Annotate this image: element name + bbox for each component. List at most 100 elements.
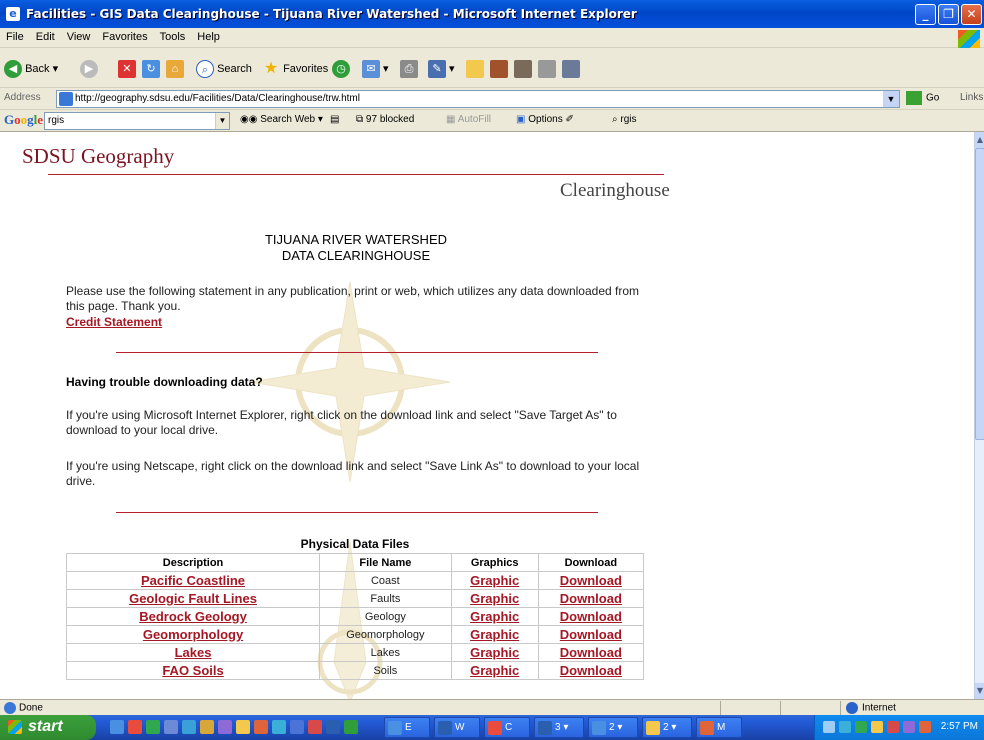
description-link[interactable]: Geologic Fault Lines [129,591,257,606]
taskbar: start E W C 3 ▾ 2 ▾ 2 ▾ M 2:57 PM [0,715,984,740]
quicklaunch-icon[interactable] [146,720,160,734]
graphic-link[interactable]: Graphic [470,591,519,606]
favorites-button[interactable]: ★ Favorites [262,58,328,80]
print-button[interactable]: ⎙ [400,58,418,80]
description-link[interactable]: Pacific Coastline [141,573,245,588]
scroll-up-icon[interactable]: ▲ [975,132,984,148]
scrollbar-thumb[interactable] [975,148,984,440]
google-logo[interactable]: Google [4,112,43,128]
taskbar-task[interactable]: 2 ▾ [588,717,638,738]
tray-icon[interactable] [855,721,867,733]
messenger-button[interactable] [490,58,508,80]
rgis-button[interactable]: ⌕ rgis [612,114,637,125]
quicklaunch-icon[interactable] [236,720,250,734]
back-button[interactable]: ◀ Back ▾ [4,58,58,80]
minimize-button[interactable]: _ [915,4,936,25]
download-link[interactable]: Download [560,591,622,606]
scroll-down-icon[interactable]: ▼ [975,683,984,699]
download-link[interactable]: Download [560,573,622,588]
research-icon [514,60,532,79]
links-button[interactable]: Links [960,92,983,103]
graphic-link[interactable]: Graphic [470,663,519,678]
stop-button[interactable]: ✕ [118,58,136,80]
vertical-scrollbar[interactable]: ▲ ▼ [974,132,984,699]
taskbar-task[interactable]: E [384,717,430,738]
graphic-link[interactable]: Graphic [470,645,519,660]
google-search-input[interactable]: rgis ▼ [44,112,230,130]
history-button[interactable]: ◷ [332,58,350,80]
maximize-button[interactable]: ❐ [938,4,959,25]
address-dropdown-icon[interactable]: ▼ [883,91,899,107]
autofill-button[interactable]: ▦ AutoFill [446,114,491,125]
quicklaunch-icon[interactable] [254,720,268,734]
clock[interactable]: 2:57 PM [941,721,978,732]
taskbar-task[interactable]: 3 ▾ [534,717,584,738]
task-icon [488,721,502,735]
quicklaunch-icon[interactable] [182,720,196,734]
taskbar-task[interactable]: 2 ▾ [642,717,692,738]
search-button[interactable]: ⌕ Search [196,58,252,80]
start-button[interactable]: start [0,715,96,740]
quicklaunch-ie-icon[interactable] [110,720,124,734]
quicklaunch-icon[interactable] [218,720,232,734]
taskbar-task[interactable]: C [484,717,530,738]
options-button[interactable]: ▣ Options ✐ [516,114,574,125]
home-button[interactable]: ⌂ [166,58,184,80]
quicklaunch-icon[interactable] [128,720,142,734]
download-link[interactable]: Download [560,663,622,678]
close-button[interactable]: ✕ [961,4,982,25]
description-link[interactable]: FAO Soils [162,663,223,678]
mail-button[interactable]: ✉ ▾ [362,58,389,80]
menu-tools[interactable]: Tools [154,28,192,43]
graphic-link[interactable]: Graphic [470,609,519,624]
title-bar[interactable]: e Facilities - GIS Data Clearinghouse - … [0,0,984,28]
quicklaunch-icon[interactable] [308,720,322,734]
forward-button[interactable]: ▶ [80,58,98,80]
quicklaunch-icon[interactable] [164,720,178,734]
edit-button[interactable]: ✎ ▾ [428,58,455,80]
search-web-button[interactable]: ◉◉ Search Web ▾ [240,114,323,125]
refresh-button[interactable]: ↻ [142,58,160,80]
credit-statement-link[interactable]: Credit Statement [66,315,162,330]
tray-expand-icon[interactable] [823,721,835,733]
folder-button[interactable] [466,58,484,80]
file-name: Lakes [319,643,452,662]
menu-file[interactable]: File [0,28,30,43]
download-link[interactable]: Download [560,645,622,660]
menu-view[interactable]: View [61,28,97,43]
tray-icon[interactable] [871,721,883,733]
popup-blocker-button[interactable]: ⧉ 97 blocked [356,114,414,125]
taskbar-task[interactable]: W [434,717,480,738]
download-link[interactable]: Download [560,627,622,642]
discuss-icon [562,60,580,79]
tray-icon[interactable] [919,721,931,733]
stop-icon: ✕ [118,60,136,79]
menu-edit[interactable]: Edit [30,28,61,43]
graphic-link[interactable]: Graphic [470,627,519,642]
quicklaunch-icon[interactable] [290,720,304,734]
tray-icon[interactable] [887,721,899,733]
menu-help[interactable]: Help [191,28,226,43]
description-link[interactable]: Bedrock Geology [139,609,247,624]
tray-icon[interactable] [839,721,851,733]
news-icon[interactable]: ▤ [330,114,339,125]
quicklaunch-icon[interactable] [200,720,214,734]
tray-icon[interactable] [903,721,915,733]
binoculars-icon: ◉◉ [240,114,258,125]
research-button[interactable] [514,58,532,80]
graphic-link[interactable]: Graphic [470,573,519,588]
discuss-button[interactable] [562,58,580,80]
address-input[interactable]: http://geography.sdsu.edu/Facilities/Dat… [56,90,900,108]
download-link[interactable]: Download [560,609,622,624]
go-button[interactable]: Go [906,91,939,105]
description-link[interactable]: Lakes [175,645,212,660]
quicklaunch-icon[interactable] [344,720,358,734]
quicklaunch-icon[interactable] [272,720,286,734]
google-query-dropdown-icon[interactable]: ▼ [215,113,229,129]
taskbar-task[interactable]: M [696,717,742,738]
quicklaunch-icon[interactable] [326,720,340,734]
menu-favorites[interactable]: Favorites [96,28,153,43]
header-rule [48,174,664,175]
tools-button[interactable] [538,58,556,80]
description-link[interactable]: Geomorphology [143,627,243,642]
